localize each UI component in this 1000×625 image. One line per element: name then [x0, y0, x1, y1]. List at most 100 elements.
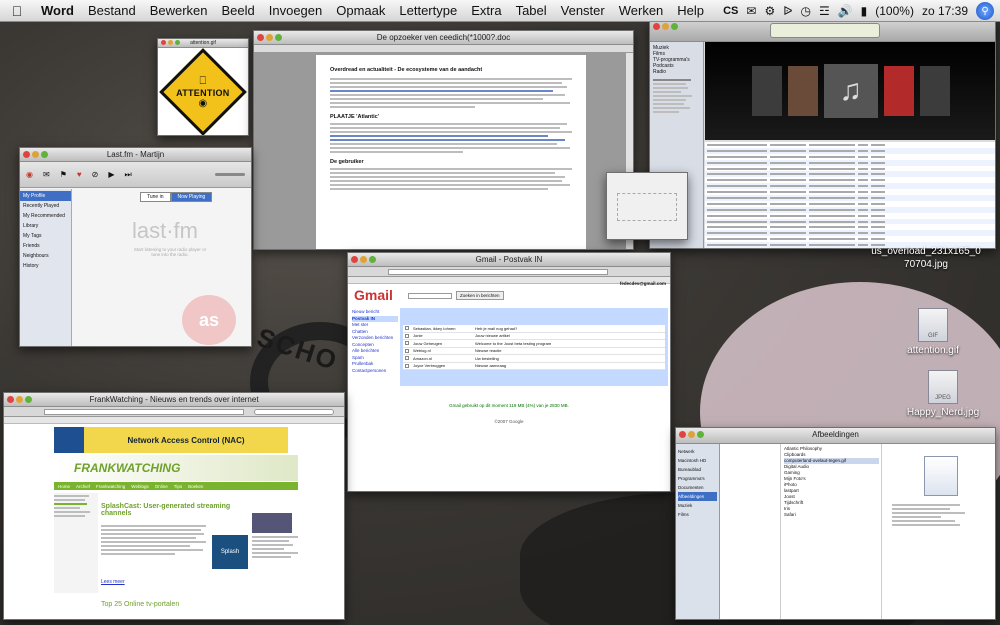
ban-icon[interactable]: ⊘	[92, 170, 99, 179]
script-icon[interactable]: ⚙	[764, 4, 775, 18]
window-titlebar[interactable]: De opzoeker ven ceedich(*1000?.doc	[254, 31, 633, 45]
coverflow[interactable]: ♫	[705, 42, 995, 140]
tab-now-playing[interactable]: Now Playing	[170, 192, 213, 202]
spotlight-icon[interactable]: ⚲	[976, 2, 994, 20]
window-title: Afbeeldingen	[812, 430, 859, 439]
clock[interactable]: zo 17:39	[922, 4, 968, 18]
menu-help[interactable]: Help	[670, 3, 711, 18]
menu-tabel[interactable]: Tabel	[509, 3, 554, 18]
inbox-row[interactable]: Amazon.nl Uw bestelling	[403, 355, 665, 363]
finder-sidebar-item[interactable]: Macintosh HD	[678, 456, 717, 465]
desktop-file-icon[interactable]: JPEG Happy_Nerd.jpg	[898, 370, 988, 418]
finder-sidebar-item[interactable]: Afbeeldingen	[678, 492, 717, 501]
top25-headline[interactable]: Top 25 Online tv-portalen	[101, 601, 179, 608]
gmail-nav-item[interactable]: Contactpersonen	[352, 368, 398, 375]
skip-icon[interactable]: ⏭	[124, 170, 131, 180]
article-headline[interactable]: SplashCast: User-generated streaming cha…	[101, 503, 251, 517]
profile-icon[interactable]: ◉	[26, 170, 33, 179]
inbox-row[interactable]: Jouw Geheugen Welcome to the Joost beta t…	[403, 340, 665, 348]
wifi-icon[interactable]: ☲	[819, 4, 830, 18]
frank-nav-item[interactable]: Home	[58, 484, 70, 489]
sidebar-item-profile[interactable]: My Profile	[20, 191, 71, 201]
desktop-file-icon[interactable]: us_overload_231x165_070704.jpg	[870, 245, 982, 271]
frank-nav-item[interactable]: Boeken	[188, 484, 203, 489]
menu-bewerken[interactable]: Bewerken	[143, 3, 215, 18]
word-window: De opzoeker ven ceedich(*1000?.doc Overd…	[253, 30, 634, 250]
finder-sidebar-item[interactable]: Films	[678, 510, 717, 519]
row-checkbox[interactable]	[405, 363, 409, 368]
tab-tune-in[interactable]: Tune in	[140, 192, 171, 202]
row-checkbox[interactable]	[405, 356, 409, 361]
window-titlebar[interactable]: attention.gif	[158, 39, 248, 48]
inbox-row[interactable]: Jonie Jouw nieuwe artikel	[403, 333, 665, 340]
sidebar-item-library[interactable]: Library	[20, 221, 71, 231]
frank-nav-item[interactable]: Tips	[174, 484, 182, 489]
inbox-row[interactable]: Sebastian, ikkey Iohnen Heb je mail nog g…	[403, 325, 665, 333]
google-search-field[interactable]	[254, 409, 334, 415]
menu-werken[interactable]: Werken	[612, 3, 671, 18]
sidebar-item-recent[interactable]: Recently Played	[20, 201, 71, 211]
apple-menu-icon[interactable]: 	[0, 3, 34, 19]
menu-invoegen[interactable]: Invoegen	[262, 3, 330, 18]
search-mail-button[interactable]: Zoeken in berichten	[456, 291, 504, 300]
sidebar-item-radio[interactable]: Radio	[653, 69, 700, 75]
window-titlebar[interactable]: Afbeeldingen	[676, 428, 995, 444]
sidebar-item-friends[interactable]: Friends	[20, 241, 71, 251]
menu-opmaak[interactable]: Opmaak	[329, 3, 392, 18]
row-subject: Jouw nieuwe artikel	[475, 333, 510, 339]
menu-lettertype[interactable]: Lettertype	[392, 3, 464, 18]
finder-sidebar-item[interactable]: Programma's	[678, 474, 717, 483]
finder-sidebar-item[interactable]: Documenten	[678, 483, 717, 492]
menu-bestand[interactable]: Bestand	[81, 3, 143, 18]
battery-icon[interactable]: ▮	[861, 4, 868, 18]
volume-icon[interactable]: 🔊	[838, 4, 853, 18]
tag-icon[interactable]: ⚑	[60, 170, 67, 179]
menu-beeld[interactable]: Beeld	[215, 3, 262, 18]
row-checkbox[interactable]	[405, 333, 409, 338]
inbox-row[interactable]: Joyce Verbruggen Nieuwe aanvraag	[403, 363, 665, 370]
menu-extra[interactable]: Extra	[464, 3, 508, 18]
read-more-link[interactable]: Lees meer	[101, 579, 125, 585]
gmail-search-input[interactable]	[408, 293, 452, 299]
window-titlebar[interactable]: Last.fm - Martijn	[20, 148, 251, 162]
browser-toolbar	[348, 267, 670, 277]
address-bar[interactable]	[44, 409, 244, 415]
sidebar-item-history[interactable]: History	[20, 261, 71, 271]
inbox-row[interactable]: Weblog.nl Nieuwe reactie	[403, 348, 665, 355]
row-checkbox[interactable]	[405, 348, 409, 353]
ad-banner[interactable]: Network Access Control (NAC)	[54, 427, 288, 453]
mail-icon[interactable]: ✉	[746, 4, 756, 18]
window-titlebar[interactable]: FrankWatching - Nieuws en trends over in…	[4, 393, 344, 407]
window-titlebar[interactable]	[650, 20, 995, 42]
sidebar-item-recommended[interactable]: My Recommended	[20, 211, 71, 221]
itunes-window: Muziek Films TV-programma's Podcasts Rad…	[649, 19, 996, 249]
menu-venster[interactable]: Venster	[554, 3, 612, 18]
creative-suite-icon[interactable]: CS	[723, 5, 738, 17]
menu-app-name[interactable]: Word	[34, 3, 81, 18]
finder-sidebar-item[interactable]: Bureaublad	[678, 465, 717, 474]
love-icon[interactable]: ♥	[77, 170, 82, 179]
row-checkbox[interactable]	[405, 341, 409, 346]
row-checkbox[interactable]	[405, 326, 409, 331]
timemachine-icon[interactable]: ◷	[800, 4, 810, 18]
recommend-icon[interactable]: ✉	[43, 170, 50, 179]
sidebar-item-tags[interactable]: My Tags	[20, 231, 71, 241]
play-icon[interactable]: ▶	[108, 170, 114, 179]
gmail-nav-item[interactable]: Verzonden berichten	[352, 335, 398, 342]
frank-nav-item[interactable]: Online	[155, 484, 168, 489]
volume-slider[interactable]	[215, 173, 245, 176]
finder-file-item[interactable]: Safari	[784, 512, 879, 518]
bluetooth-icon[interactable]: ᐉ	[783, 4, 792, 18]
address-bar[interactable]	[388, 269, 608, 275]
doc-heading: Overdread en actualiteit - De ecosysteme…	[330, 67, 483, 73]
sidebar-item-neighbours[interactable]: Neighbours	[20, 251, 71, 261]
row-subject: Heb je mail nog gehad?	[475, 325, 518, 331]
frank-nav-item[interactable]: Weblogs	[131, 484, 148, 489]
frank-nav-item[interactable]: Frankwatching	[96, 484, 125, 489]
finder-sidebar-item[interactable]: Muziek	[678, 501, 717, 510]
gmail-nav: Nieuw bericht Postvak IN Met ster Chatten Ve…	[352, 309, 398, 374]
frank-nav-item[interactable]: Archief	[76, 484, 90, 489]
desktop-file-icon[interactable]: GIF attention.gif	[898, 308, 968, 356]
window-titlebar[interactable]: Gmail - Postvak IN	[348, 253, 670, 267]
finder-sidebar-item[interactable]: Netwerk	[678, 447, 717, 456]
